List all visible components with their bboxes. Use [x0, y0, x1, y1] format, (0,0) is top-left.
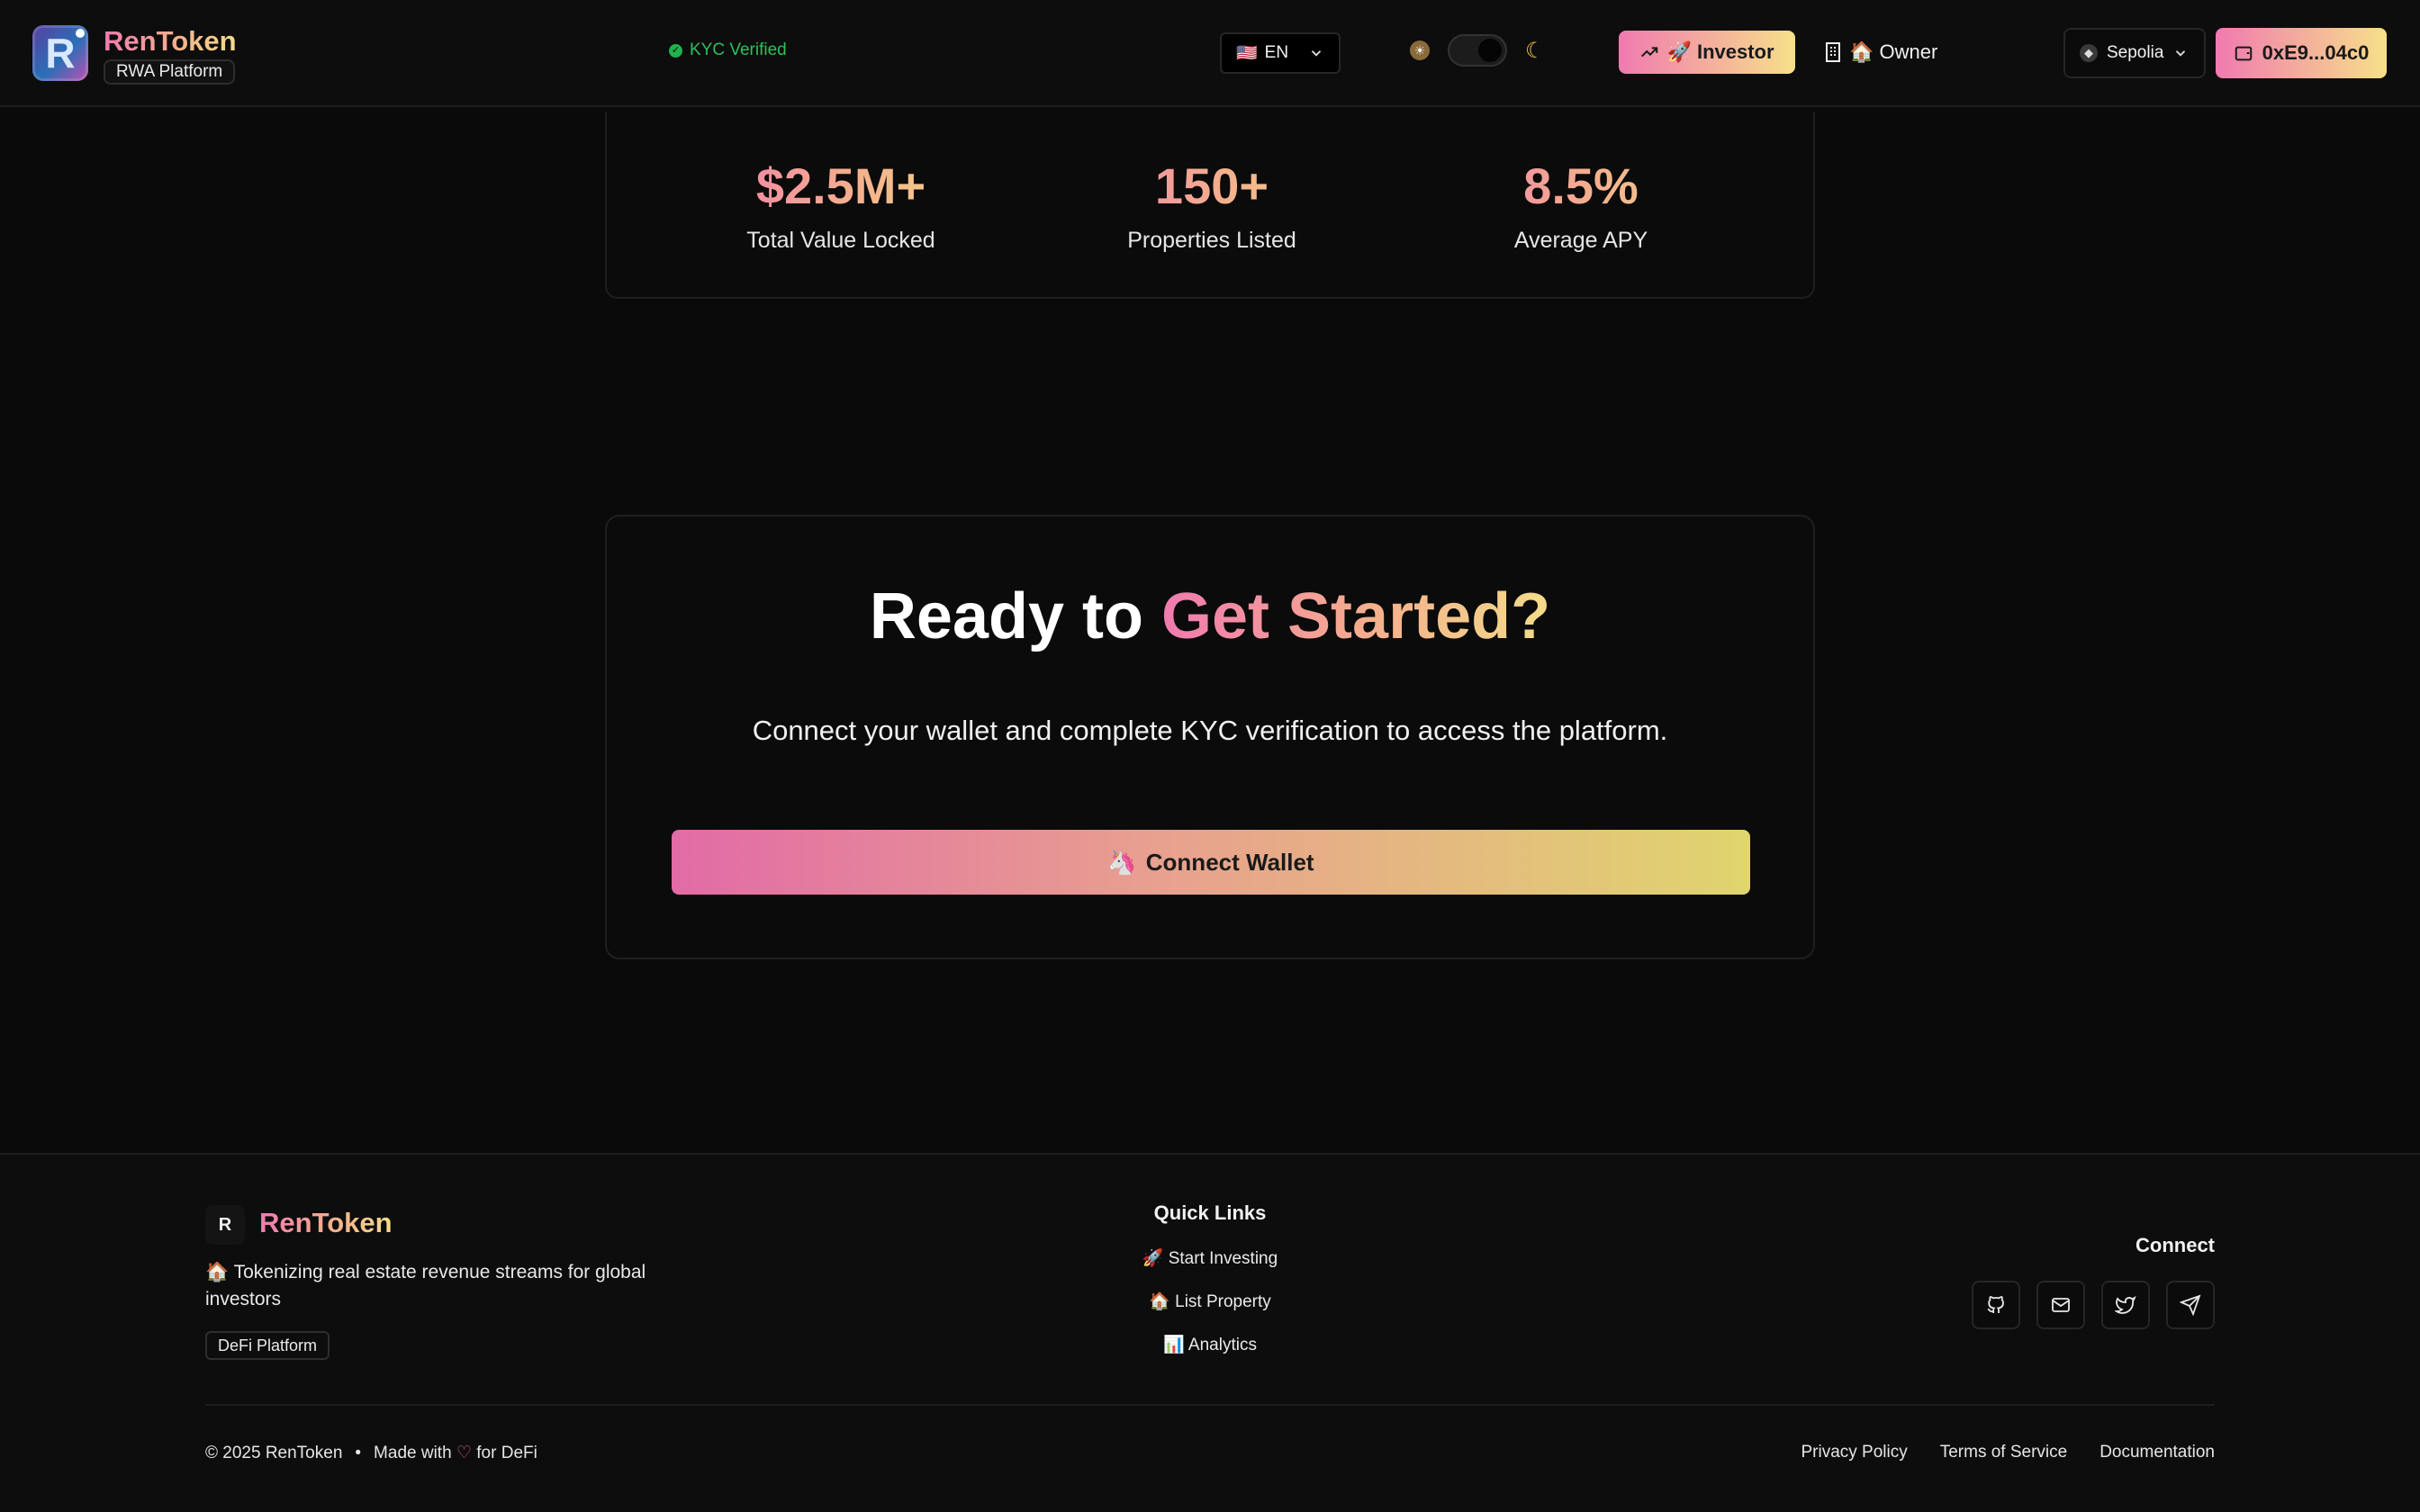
stat-value: 8.5% — [1428, 157, 1734, 215]
github-button[interactable] — [1972, 1281, 2020, 1329]
mail-icon — [2052, 1298, 2070, 1312]
stat-average-apy: 8.5% Average APY — [1428, 157, 1734, 254]
stat-label: Total Value Locked — [746, 228, 935, 253]
building-icon — [1826, 42, 1840, 62]
brand-name[interactable]: RenToken — [104, 25, 237, 58]
stat-value: 150+ — [1059, 157, 1365, 215]
terms-of-service-link[interactable]: Terms of Service — [1940, 1443, 2067, 1462]
network-selector[interactable]: ◆ Sepolia — [2063, 28, 2206, 78]
stat-total-value-locked: $2.5M+ Total Value Locked — [688, 157, 994, 254]
footer-divider — [205, 1404, 2215, 1406]
wallet-address: 0xE9...04c0 — [2262, 41, 2370, 64]
brand-subtitle-badge: RWA Platform — [104, 59, 236, 85]
telegram-icon — [2180, 1294, 2201, 1316]
network-name: Sepolia — [2107, 43, 2164, 62]
cta-title-plain: Ready to — [869, 580, 1143, 652]
stat-properties-listed: 150+ Properties Listed — [1059, 157, 1365, 254]
sun-icon: ☀ — [1410, 40, 1430, 60]
copyright-line: © 2025 RenToken • Made with ♡ for DeFi — [205, 1443, 537, 1463]
investor-role-button[interactable]: 🚀 Investor — [1619, 31, 1795, 74]
kyc-status-label: KYC Verified — [690, 40, 787, 59]
twitter-icon — [2115, 1295, 2136, 1314]
legal-links: Privacy Policy Terms of Service Document… — [1801, 1443, 2215, 1462]
owner-role-button[interactable]: 🏠 Owner — [1819, 31, 1943, 74]
privacy-policy-link[interactable]: Privacy Policy — [1801, 1443, 1907, 1462]
flag-icon: 🇺🇸 — [1236, 44, 1258, 63]
logo-dot-icon — [76, 29, 85, 38]
quick-link-list-property[interactable]: 🏠 List Property — [1030, 1291, 1390, 1312]
copyright-text: © 2025 RenToken — [205, 1443, 343, 1462]
chevron-down-icon — [2176, 50, 2186, 57]
toggle-knob — [1478, 39, 1502, 62]
ethereum-icon: ◆ — [2080, 44, 2098, 62]
stat-label: Properties Listed — [1127, 228, 1296, 253]
mail-button[interactable] — [2036, 1281, 2085, 1329]
stats-panel: $2.5M+ Total Value Locked 150+ Propertie… — [605, 112, 1815, 299]
telegram-button[interactable] — [2166, 1281, 2215, 1329]
stat-value: $2.5M+ — [688, 157, 994, 215]
quick-links-title: Quick Links — [1153, 1202, 1267, 1224]
connect-wallet-button[interactable]: 🦄 Connect Wallet — [672, 830, 1750, 895]
made-with-post: for DeFi — [476, 1444, 537, 1462]
moon-icon: ☾ — [1525, 38, 1545, 63]
separator: • — [355, 1443, 362, 1462]
kyc-status: ✓ KYC Verified — [669, 40, 787, 60]
made-with-text: Made with ♡ for DeFi — [374, 1443, 537, 1463]
cta-description: Connect your wallet and complete KYC ver… — [752, 715, 1668, 746]
documentation-link[interactable]: Documentation — [2099, 1443, 2215, 1462]
unicorn-icon: 🦄 — [1107, 848, 1137, 876]
footer-logo: R — [205, 1205, 245, 1245]
github-icon — [1987, 1296, 2004, 1313]
app-logo[interactable]: R — [32, 25, 88, 81]
footer: R RenToken 🏠 Tokenizing real estate reve… — [0, 1153, 2420, 1512]
language-selector[interactable]: 🇺🇸 EN — [1220, 32, 1341, 74]
owner-role-label: 🏠 Owner — [1849, 40, 1938, 63]
stat-label: Average APY — [1513, 228, 1648, 253]
footer-brand-name: RenToken — [259, 1207, 393, 1238]
footer-tagline: 🏠 Tokenizing real estate revenue streams… — [205, 1262, 646, 1310]
twitter-button[interactable] — [2101, 1281, 2150, 1329]
cta-title-highlight: Get Started? — [1161, 580, 1551, 652]
language-code: EN — [1264, 43, 1289, 62]
quick-link-analytics[interactable]: 📊 Analytics — [1030, 1334, 1390, 1355]
theme-switcher: ☀ ☾ — [1410, 34, 1545, 67]
wallet-address-button[interactable]: 0xE9...04c0 — [2216, 28, 2387, 78]
logo-letter: R — [45, 30, 76, 76]
top-navbar: R RenToken RWA Platform ✓ KYC Verified 🇺… — [0, 0, 2420, 107]
get-started-card: Ready to Get Started? Connect your walle… — [605, 515, 1815, 959]
investor-role-label: 🚀 Investor — [1666, 40, 1774, 63]
wallet-icon — [2235, 46, 2252, 61]
connect-wallet-label: Connect Wallet — [1145, 848, 1314, 876]
chevron-down-icon — [1311, 50, 1322, 57]
cta-title: Ready to Get Started? — [607, 580, 1813, 653]
footer-badge: DeFi Platform — [205, 1331, 330, 1360]
heart-icon: ♡ — [456, 1444, 472, 1462]
check-circle-icon: ✓ — [669, 43, 682, 58]
theme-toggle[interactable] — [1448, 34, 1507, 67]
trending-up-icon — [1641, 47, 1658, 58]
quick-link-start-investing[interactable]: 🚀 Start Investing — [1030, 1247, 1390, 1269]
made-with-pre: Made with — [374, 1444, 452, 1462]
connect-title: Connect — [2136, 1234, 2215, 1256]
